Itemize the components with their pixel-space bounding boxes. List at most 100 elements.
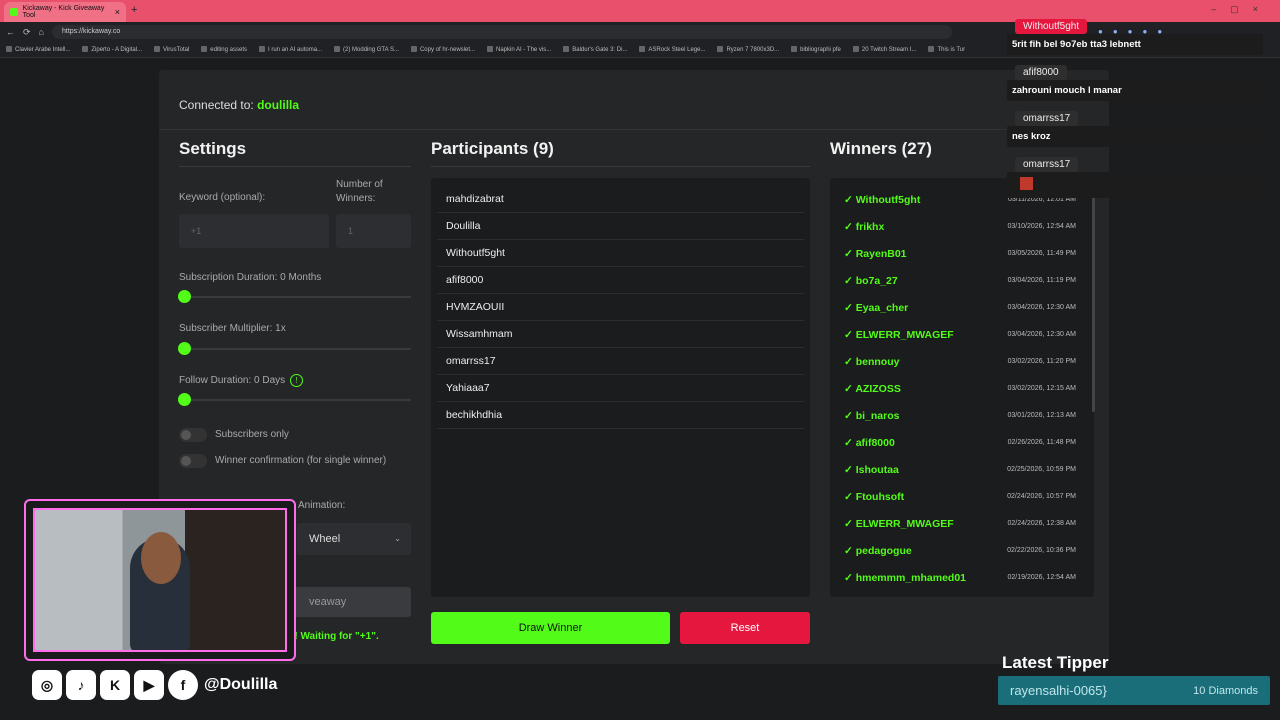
tipper-name: rayensalhi-0065} <box>1010 683 1107 698</box>
winner-row: ✓ frikhx 03/10/2026, 12:54 AM <box>844 213 1076 240</box>
winner-row: ✓ Ishoutaa 02/25/2026, 10:59 PM <box>844 456 1076 483</box>
animation-label: Animation: <box>298 500 346 511</box>
reload-icon[interactable]: ⟳ <box>23 27 31 38</box>
winners-count-input[interactable]: 1 <box>336 214 411 248</box>
bookmark-item[interactable]: This is Tur <box>928 46 965 53</box>
winner-row: ✓ bennouy 03/02/2026, 11:20 PM <box>844 348 1076 375</box>
winner-name: ✓ RayenB01 <box>844 247 907 260</box>
follow-duration-slider[interactable] <box>178 393 411 406</box>
status-text: t! Waiting for "+1". <box>291 631 379 642</box>
animation-value: Wheel <box>309 533 341 545</box>
subscribers-only-toggle[interactable] <box>179 428 207 442</box>
webcam-feed <box>33 508 287 652</box>
new-tab-icon[interactable]: + <box>131 4 137 16</box>
keyword-input[interactable]: +1 <box>179 214 329 248</box>
winner-row: ✓ Ftouhsoft 02/24/2026, 10:57 PM <box>844 483 1076 510</box>
winner-date: 02/22/2026, 10:36 PM <box>1007 547 1076 554</box>
winners-title: Winners (27) <box>830 139 932 158</box>
home-icon[interactable]: ⌂ <box>39 27 44 37</box>
winner-name: ✓ Withoutf5ght <box>844 193 921 206</box>
winner-date: 03/04/2026, 11:19 PM <box>1007 277 1076 284</box>
participants-list: mahdizabrat Doulilla Withoutf5ght afif8000 H… <box>431 178 810 597</box>
winner-row: ✓ RayenB01 03/05/2026, 11:49 PM <box>844 240 1076 267</box>
start-giveaway-label: veaway <box>309 596 347 608</box>
winners-scrollbar[interactable] <box>1092 182 1095 412</box>
winner-name: ✓ ELWERR_MWAGEF <box>844 328 954 341</box>
back-icon[interactable]: ← <box>6 27 15 37</box>
winner-name: ✓ bo7a_27 <box>844 274 898 287</box>
draw-winner-button[interactable]: Draw Winner <box>431 612 670 644</box>
bookmark-item[interactable]: 20 Twitch Stream I... <box>853 46 917 53</box>
winner-date: 02/24/2026, 10:57 PM <box>1007 493 1076 500</box>
winner-date: 03/10/2026, 12:54 AM <box>1007 223 1077 230</box>
winner-row: ✓ Eyaa_cher 03/04/2026, 12:30 AM <box>844 294 1076 321</box>
slider-knob[interactable] <box>178 290 191 303</box>
chat-message: omarrss17 nes kroz <box>1007 108 1263 147</box>
bookmark-item[interactable]: Clavier Arabe Intell... <box>6 46 70 53</box>
kick-favicon-icon <box>10 8 18 16</box>
connection-status: Connected to: doulilla <box>179 98 299 112</box>
winner-date: 03/04/2026, 12:30 AM <box>1007 331 1077 338</box>
url-field[interactable]: https://kickaway.co <box>51 25 952 39</box>
info-icon[interactable]: ! <box>290 374 304 387</box>
bookmark-item[interactable]: Ziperto - A Digital... <box>82 46 142 53</box>
close-tab-icon[interactable]: × <box>115 7 120 17</box>
participant-row: Doulilla <box>437 213 804 240</box>
latest-tipper-box: rayensalhi-0065} 10 Diamonds <box>998 676 1270 705</box>
bookmark-item[interactable]: bibliographi pfe <box>791 46 841 53</box>
bookmark-item[interactable]: VirusTotal <box>154 46 189 53</box>
participant-row: HVMZAOUII <box>437 294 804 321</box>
window-controls[interactable]: –▢× <box>1211 4 1272 15</box>
subscribers-only-label: Subscribers only <box>215 429 289 440</box>
emote-icon <box>1020 177 1033 190</box>
slider-knob[interactable] <box>178 342 191 355</box>
winner-row: ✓ afif8000 02/26/2026, 11:48 PM <box>844 429 1076 456</box>
bookmark-item[interactable]: I run an AI automa... <box>259 46 322 53</box>
winner-date: 02/19/2026, 12:54 AM <box>1007 574 1077 581</box>
chat-username: omarrss17 <box>1015 111 1079 126</box>
winner-date: 03/02/2026, 11:20 PM <box>1007 358 1076 365</box>
winner-date: 03/04/2026, 12:30 AM <box>1007 304 1077 311</box>
tipper-amount: 10 Diamonds <box>1193 684 1258 697</box>
bookmark-item[interactable]: Ryzen 7 7800x3D... <box>717 46 779 53</box>
kick-icon: K <box>100 670 130 700</box>
reset-button[interactable]: Reset <box>680 612 810 644</box>
keyword-label: Keyword (optional): <box>179 192 266 203</box>
bookmark-item[interactable]: Napkin AI - The vis... <box>487 46 551 53</box>
participant-row: bechikhdhia <box>437 402 804 429</box>
winner-date: 02/25/2026, 10:59 PM <box>1007 466 1076 473</box>
bookmark-item[interactable]: (2) Modding GTA S... <box>334 46 399 53</box>
winner-row: ✓ hmemmm_mhamed01 02/19/2026, 12:54 AM <box>844 564 1076 591</box>
winner-date: 03/05/2026, 11:49 PM <box>1007 250 1076 257</box>
chat-text: nes kroz <box>1007 126 1263 147</box>
chevron-down-icon: ⌄ <box>394 534 401 543</box>
bookmark-item[interactable]: Baldur's Gate 3: Di... <box>563 46 627 53</box>
chat-text: zahrouni mouch l manar <box>1007 80 1263 101</box>
header-divider <box>159 129 1109 130</box>
chat-username: Withoutf5ght <box>1015 19 1088 34</box>
slider-knob[interactable] <box>178 393 191 406</box>
chat-username: omarrss17 <box>1015 157 1079 172</box>
animation-select[interactable]: Wheel ⌄ <box>297 523 411 555</box>
winner-confirmation-toggle[interactable] <box>179 454 207 468</box>
winner-name: ✓ pedagogue <box>844 544 912 557</box>
tab-title: Kickaway - Kick Giveaway Tool <box>22 5 105 19</box>
winner-confirmation-label: Winner confirmation (for single winner) <box>215 455 387 466</box>
bookmark-item[interactable]: editing assets <box>201 46 247 53</box>
follow-duration-text: Follow Duration: 0 Days <box>179 375 286 386</box>
winner-name: ✓ hmemmm_mhamed01 <box>844 571 967 584</box>
winner-row: ✓ ELWERR_MWAGEF 02/24/2026, 12:38 AM <box>844 510 1076 537</box>
participant-row: mahdizabrat <box>437 186 804 213</box>
subscription-duration-label: Subscription Duration: 0 Months <box>179 272 322 283</box>
browser-tab[interactable]: Kickaway - Kick Giveaway Tool × <box>4 2 126 22</box>
bookmark-item[interactable]: ASRock Steel Lege... <box>639 46 705 53</box>
subscription-duration-slider[interactable] <box>178 290 411 303</box>
participant-row: omarrss17 <box>437 348 804 375</box>
winner-name: ✓ AZIZOSS <box>844 382 901 395</box>
chat-text: 5rit fih bel 9o7eb tta3 lebnett <box>1007 34 1263 55</box>
participants-divider <box>431 166 810 167</box>
subscriber-multiplier-slider[interactable] <box>178 342 411 355</box>
bookmark-item[interactable]: Copy of hr-newslet... <box>411 46 475 53</box>
winners-list: ✓ Withoutf5ght 03/11/2026, 12:01 AM ✓ frik… <box>830 178 1094 597</box>
winner-name: ✓ Eyaa_cher <box>844 301 909 314</box>
